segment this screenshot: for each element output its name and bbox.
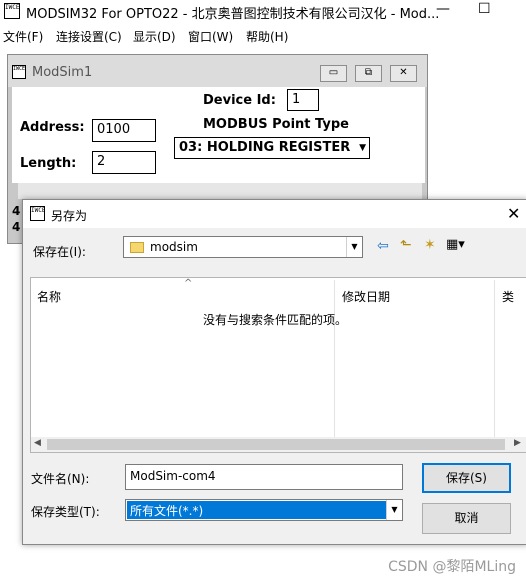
- file-type-combo[interactable]: 所有文件(*.*) ▼: [125, 499, 403, 521]
- sort-indicator-icon: ^: [184, 278, 193, 289]
- scrollbar-thumb[interactable]: [47, 439, 505, 450]
- menu-connection[interactable]: 连接设置(C): [56, 28, 122, 45]
- column-header-name[interactable]: 名称: [37, 288, 61, 305]
- minimize-button[interactable]: —: [436, 1, 450, 17]
- menu-file[interactable]: 文件(F): [3, 28, 43, 45]
- cancel-button[interactable]: 取消: [422, 503, 511, 534]
- save-in-label: 保存在(I):: [33, 245, 86, 259]
- column-divider: [334, 280, 335, 438]
- file-type-label: 保存类型(T):: [31, 505, 100, 519]
- dialog-title-bar: IWCE 另存为 ✕: [23, 200, 526, 228]
- column-header-type[interactable]: 类: [502, 288, 514, 305]
- file-name-input[interactable]: ModSim-com4: [125, 464, 403, 490]
- point-type-label: MODBUS Point Type: [203, 117, 349, 132]
- main-window-title: MODSIM32 For OPTO22 - 北京奥普图控制技术有限公司汉化 - …: [26, 7, 440, 22]
- dialog-title: 另存为: [51, 209, 88, 223]
- point-type-select[interactable]: 03: HOLDING REGISTER ▼: [174, 137, 370, 159]
- address-label: Address:: [20, 120, 85, 135]
- child-restore-button[interactable]: ⧉: [355, 65, 382, 82]
- empty-results-message: 没有与搜索条件匹配的项。: [203, 313, 348, 327]
- device-id-field[interactable]: 1: [287, 89, 319, 111]
- child-app-icon: IWCE: [12, 65, 26, 79]
- scroll-left-icon[interactable]: ◀: [34, 438, 41, 448]
- child-minimize-button[interactable]: ▭: [320, 65, 347, 82]
- new-folder-icon[interactable]: ✶: [424, 237, 436, 253]
- menu-display[interactable]: 显示(D): [133, 28, 176, 45]
- menu-help[interactable]: 帮助(H): [246, 28, 288, 45]
- save-in-value: modsim: [150, 240, 198, 254]
- view-menu-icon[interactable]: ▦▾: [446, 237, 465, 252]
- menu-bar: 文件(F) 连接设置(C) 显示(D) 窗口(W) 帮助(H): [0, 24, 526, 46]
- app-icon: IWCE: [4, 3, 20, 19]
- maximize-button[interactable]: ☐: [478, 1, 491, 17]
- dialog-close-button[interactable]: ✕: [507, 204, 520, 223]
- length-field[interactable]: 2: [92, 151, 156, 174]
- device-id-label: Device Id:: [203, 93, 276, 108]
- modsim1-title-bar: IWCE ModSim1 ▭ ⧉ ✕: [8, 55, 427, 87]
- point-type-dropdown-icon[interactable]: ▼: [359, 138, 366, 158]
- file-type-dropdown-icon[interactable]: ▼: [386, 500, 402, 520]
- point-type-value: 03: HOLDING REGISTER: [179, 140, 351, 155]
- address-field[interactable]: 0100: [92, 119, 156, 142]
- folder-icon: [130, 242, 144, 253]
- modsim1-settings-panel: Device Id: 1 Address: 0100 MODBUS Point …: [12, 87, 425, 183]
- file-name-label: 文件名(N):: [31, 472, 90, 486]
- register-row-marker: 4: [12, 204, 21, 218]
- length-label: Length:: [20, 156, 77, 171]
- menu-window[interactable]: 窗口(W): [188, 28, 233, 45]
- register-grid-header: [18, 183, 422, 199]
- column-divider: [494, 280, 495, 438]
- main-title-bar: IWCE MODSIM32 For OPTO22 - 北京奥普图控制技术有限公司…: [0, 0, 526, 22]
- save-in-combo[interactable]: modsim ▼: [123, 236, 363, 258]
- scroll-right-icon[interactable]: ▶: [514, 438, 521, 448]
- save-in-dropdown-icon[interactable]: ▼: [346, 237, 362, 257]
- child-close-button[interactable]: ✕: [390, 65, 417, 82]
- modsim1-title: ModSim1: [32, 65, 93, 80]
- watermark: CSDN @黎陌MLing: [388, 559, 516, 575]
- save-as-dialog: IWCE 另存为 ✕ 保存在(I): modsim ▼ ⇦ ⬑ ✶ ▦▾ ^ 名…: [22, 199, 526, 545]
- back-icon[interactable]: ⇦: [377, 238, 389, 254]
- dialog-app-icon: IWCE: [30, 206, 45, 221]
- horizontal-scrollbar[interactable]: ◀ ▶: [31, 437, 526, 452]
- file-type-value: 所有文件(*.*): [130, 504, 204, 518]
- up-folder-icon[interactable]: ⬑: [400, 237, 412, 253]
- register-row-marker: 4: [12, 220, 21, 234]
- column-header-modified[interactable]: 修改日期: [342, 288, 390, 305]
- file-list[interactable]: ^ 名称 修改日期 类 没有与搜索条件匹配的项。 ◀ ▶: [30, 277, 526, 453]
- save-button[interactable]: 保存(S): [422, 463, 511, 493]
